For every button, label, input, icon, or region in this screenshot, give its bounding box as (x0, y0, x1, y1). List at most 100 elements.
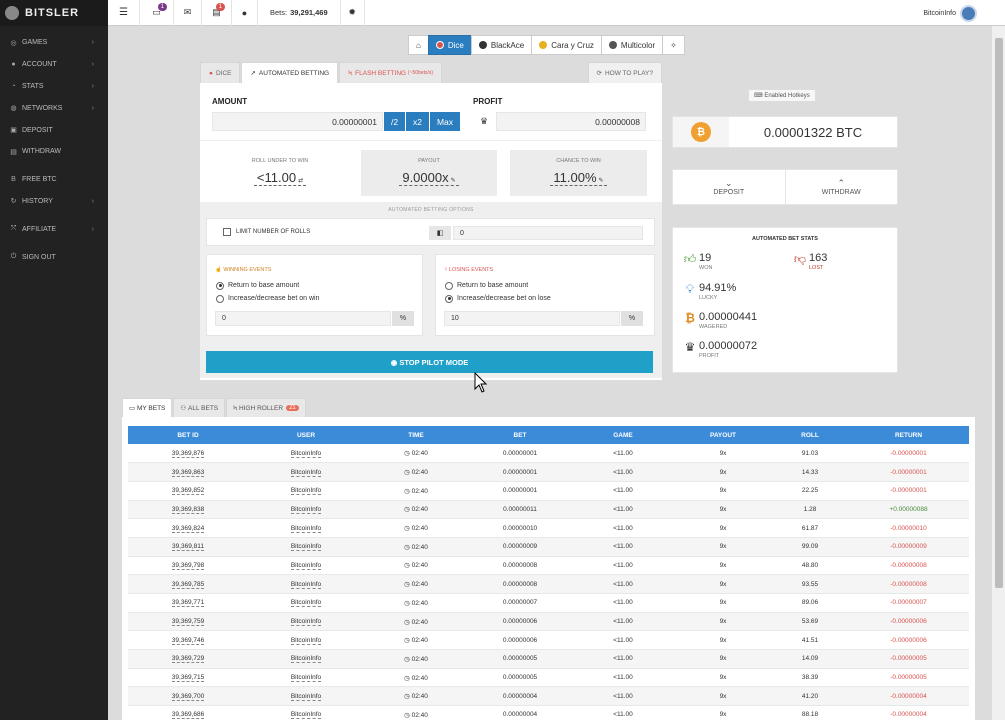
user-link[interactable]: BitcoinInfo (290, 692, 322, 701)
game-tab-home[interactable]: ⌂ (408, 35, 429, 55)
sidebar-item-free-btc[interactable]: B FREE BTC (0, 169, 108, 191)
double-button[interactable]: x2 (406, 112, 429, 131)
limit-rolls-checkbox[interactable]: LIMIT NUMBER OF ROLLS (223, 228, 310, 236)
table-cell: 39,369,715 (128, 668, 248, 688)
losing-title-text: LOSING EVENTS (448, 267, 494, 273)
user-link[interactable]: BitcoinInfo (290, 487, 322, 496)
bets-value: 39,291,469 (290, 8, 328, 17)
bet-id-link[interactable]: 39,369,852 (171, 487, 205, 496)
bet-id-link[interactable]: 39,369,715 (171, 674, 205, 683)
win-increase-radio[interactable]: Increase/decrease bet on win (216, 292, 319, 305)
user-menu[interactable]: BitcoinInfo (923, 0, 977, 26)
bet-id-link[interactable]: 39,369,771 (171, 599, 205, 608)
time-value: 02:40 (411, 562, 428, 570)
user-link[interactable]: BitcoinInfo (290, 636, 322, 645)
bet-id-link[interactable]: 39,369,811 (171, 543, 205, 552)
user-link[interactable]: BitcoinInfo (290, 618, 322, 627)
table-cell: 39,369,824 (128, 518, 248, 538)
bet-id-link[interactable]: 39,369,746 (171, 636, 205, 645)
sidebar-item-games[interactable]: ◎ GAMES › (0, 32, 108, 54)
lose-increase-radio[interactable]: Increase/decrease bet on lose (445, 292, 551, 305)
user-link[interactable]: BitcoinInfo (290, 599, 322, 608)
user-link[interactable]: BitcoinInfo (290, 524, 322, 533)
user-link[interactable]: BitcoinInfo (290, 561, 322, 570)
notifications-button[interactable]: ▤ 1 (202, 0, 232, 26)
sidebar-item-affiliate[interactable]: ⤧ AFFILIATE › (0, 218, 108, 240)
bet-id-link[interactable]: 39,369,686 (171, 711, 205, 720)
table-cell: ◷ 02:40 (364, 462, 468, 482)
bet-id-link[interactable]: 39,369,863 (171, 468, 205, 477)
table-cell: -0.00000001 (848, 444, 969, 464)
tab-my-bets[interactable]: ▭ MY BETS (122, 398, 173, 417)
pencil-icon: ✎ (598, 178, 604, 184)
game-tab-multicolor[interactable]: Multicolor (600, 35, 664, 55)
sidebar-item-networks[interactable]: ◍ NETWORKS › (0, 97, 108, 119)
user-link[interactable]: BitcoinInfo (290, 674, 322, 683)
tab-flash-betting[interactable]: ϟ FLASH BETTING (~50bets/s) (339, 62, 443, 83)
user-link[interactable]: BitcoinInfo (290, 468, 322, 477)
sidebar-item-account[interactable]: ● ACCOUNT › (0, 54, 108, 76)
user-link[interactable]: BitcoinInfo (290, 543, 322, 552)
tab-dice[interactable]: ● DICE (200, 62, 241, 83)
withdraw-button[interactable]: ⌃ WITHDRAW (784, 170, 898, 204)
bet-id-link[interactable]: 39,369,759 (171, 618, 205, 627)
sidebar-item-withdraw[interactable]: ▤ WITHDRAW (0, 141, 108, 163)
brand-logo[interactable]: BITSLER (0, 0, 108, 26)
roll-under-box[interactable]: ROLL UNDER TO WIN <11.00 ⇄ (212, 150, 348, 196)
bet-id-link[interactable]: 39,369,824 (171, 524, 205, 533)
messages-button[interactable]: ✉ (174, 0, 202, 26)
amount-input[interactable]: 0.00000001 (212, 112, 383, 131)
bet-id-link[interactable]: 39,369,798 (171, 561, 205, 570)
max-button[interactable]: Max (430, 112, 460, 131)
bet-id-link[interactable]: 39,369,838 (171, 505, 205, 514)
hotkeys-toggle[interactable]: ⌨ Enabled Hotkeys (748, 89, 816, 102)
lose-percent-input[interactable]: 10 (444, 311, 620, 326)
stop-pilot-button[interactable]: ◉ STOP PILOT MODE (206, 351, 653, 373)
deposit-withdraw: ⌄ DEPOSIT ⌃ WITHDRAW (672, 169, 898, 205)
user-link[interactable]: BitcoinInfo (290, 449, 322, 458)
table-header-row: BET ID USER TIME BET GAME PAYOUT ROLL RETURN (128, 426, 969, 444)
tab-all-bets[interactable]: ⚇ ALL BETS (173, 398, 226, 417)
chat-button[interactable]: ▭ 1 (140, 0, 174, 26)
user-link[interactable]: BitcoinInfo (290, 580, 322, 589)
sidebar-item-sign-out[interactable]: ⏻ SIGN OUT (0, 246, 108, 268)
sidebar-item-history[interactable]: ↻ HISTORY › (0, 191, 108, 213)
blackace-icon (478, 41, 487, 49)
table-cell: 39,369,686 (128, 705, 248, 720)
settings-button[interactable]: ✹ (341, 0, 365, 26)
table-cell: 9x (674, 593, 772, 613)
bet-id-link[interactable]: 39,369,700 (171, 692, 205, 701)
profit-input[interactable]: 0.00000008 (496, 112, 646, 131)
how-to-play-button[interactable]: ⟳ HOW TO PLAY? (587, 62, 662, 83)
chance-box[interactable]: CHANCE TO WIN 11.00% ✎ (510, 150, 647, 196)
table-cell: 9x (674, 574, 772, 594)
payout-box[interactable]: PAYOUT 9.0000x ✎ (361, 150, 497, 196)
table-cell: BitcoinInfo (248, 630, 364, 651)
sidebar-item-deposit[interactable]: ▣ DEPOSIT (0, 119, 108, 141)
refresh-icon: ◉ (390, 357, 398, 367)
game-tab-lightbulb[interactable]: ✧ (662, 35, 685, 55)
win-return-radio[interactable]: Return to base amount (216, 279, 319, 292)
scrollbar-thumb[interactable] (995, 38, 1003, 588)
user-link[interactable]: BitcoinInfo (290, 711, 322, 720)
limit-rolls-input[interactable]: 0 (453, 226, 643, 240)
tab-high-roller[interactable]: ϟ HIGH ROLLER 21 (226, 398, 306, 417)
sidebar-item-stats[interactable]: ◔ STATS › (0, 76, 108, 98)
deposit-button[interactable]: ⌄ DEPOSIT (673, 170, 785, 204)
user-link[interactable]: BitcoinInfo (290, 505, 322, 514)
game-tab-cara-y-cruz[interactable]: Cara y Cruz (531, 35, 602, 55)
user-link[interactable]: BitcoinInfo (290, 655, 322, 664)
game-tab-blackace[interactable]: BlackAce (470, 35, 533, 55)
bet-id-link[interactable]: 39,369,785 (171, 580, 205, 589)
time-value: 02:40 (411, 487, 428, 495)
bet-id-link[interactable]: 39,369,729 (171, 655, 205, 664)
lose-return-radio[interactable]: Return to base amount (445, 279, 551, 292)
page-scrollbar[interactable] (991, 26, 1005, 720)
win-percent-input[interactable]: 0 (215, 311, 391, 326)
menu-toggle-button[interactable]: ☰ (108, 0, 140, 26)
half-button[interactable]: /2 (384, 112, 405, 131)
globe-button[interactable]: ● (232, 0, 258, 26)
game-tab-dice[interactable]: Dice (427, 35, 472, 55)
tab-automated-betting[interactable]: ➚ AUTOMATED BETTING (241, 62, 339, 83)
bet-id-link[interactable]: 39,369,876 (171, 449, 205, 458)
